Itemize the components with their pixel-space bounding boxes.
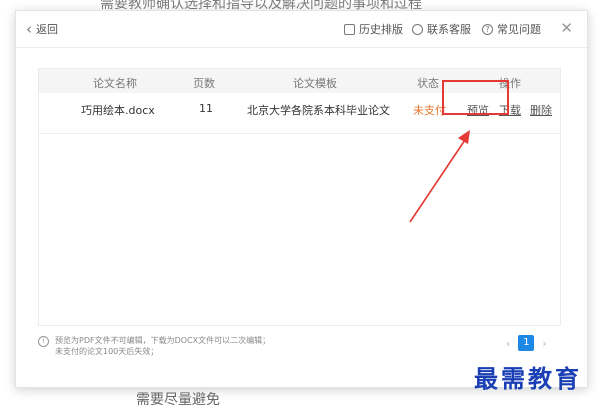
background-text-bottom: 需要尽量避免 bbox=[136, 392, 220, 408]
watermark-logo: 最需教育 bbox=[474, 364, 582, 393]
annotation-arrow-icon bbox=[409, 130, 470, 223]
